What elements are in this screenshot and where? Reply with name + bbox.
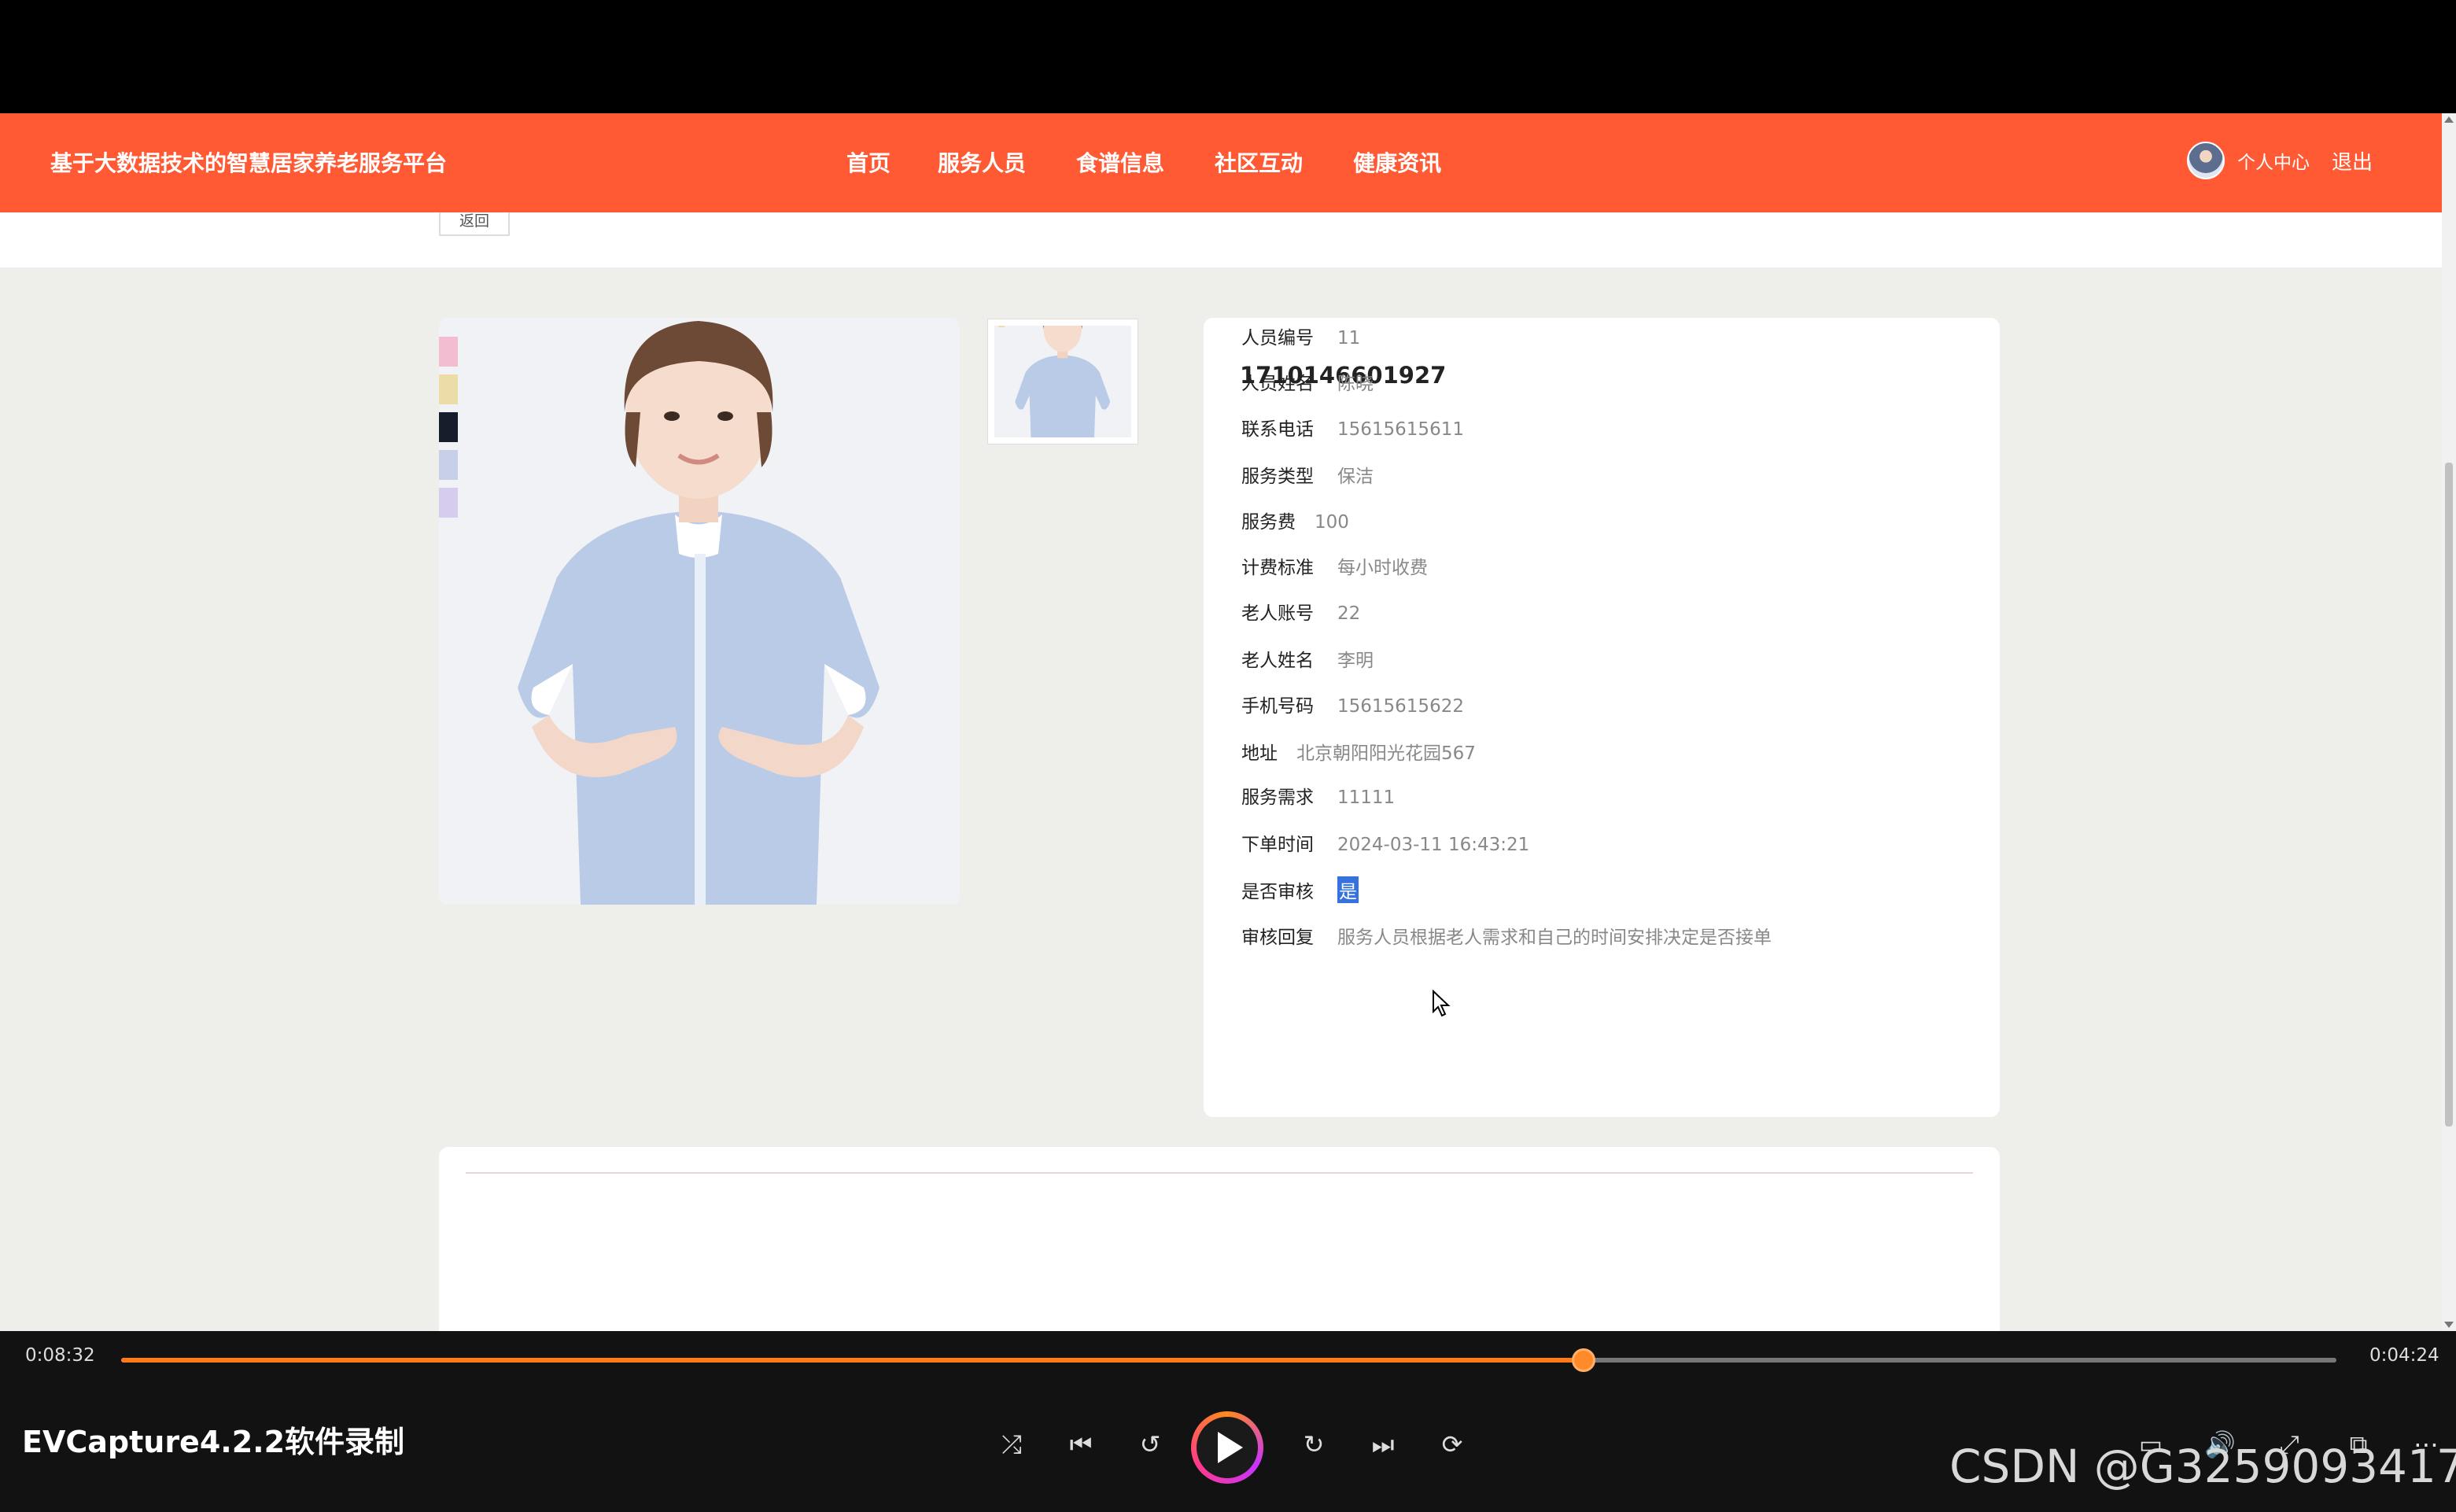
seek-handle[interactable]: [1571, 1348, 1595, 1372]
video-player-bar: 0:08:32 0:04:24 EVCapture4.2.2软件录制 ⤮ ⏮ ↺…: [0, 1331, 2456, 1512]
detail-value: 22: [1337, 603, 1361, 624]
mouse-cursor-icon: [1433, 990, 1451, 1017]
site-title[interactable]: 基于大数据技术的智慧居家养老服务平台: [50, 146, 447, 178]
detail-row: 手机号码 15615615622: [1241, 691, 1464, 722]
nav-links: 首页 服务人员 食谱信息 社区互动 健康资讯: [846, 146, 1441, 178]
detail-value: 15615615622: [1337, 696, 1464, 717]
detail-value: 陈晓: [1337, 374, 1374, 394]
seek-progress: [121, 1358, 1584, 1363]
detail-label: 审核回复: [1241, 927, 1314, 948]
detail-label: 服务费: [1241, 512, 1296, 533]
thumbnail-1[interactable]: [988, 319, 1138, 444]
browser-viewport: 基于大数据技术的智慧居家养老服务平台 首页 服务人员 食谱信息 社区互动 健康资…: [0, 113, 2442, 1331]
main-image: [439, 318, 960, 905]
recorder-name: EVCapture4.2.2软件录制: [22, 1425, 405, 1459]
detail-row: 老人账号 22: [1241, 598, 1360, 629]
forward-30-icon[interactable]: ↻: [1298, 1429, 1329, 1460]
user-area: 个人中心 退出: [2187, 142, 2373, 179]
detail-value: 保洁: [1337, 467, 1374, 487]
staff-photo: [518, 321, 880, 905]
detail-value: 15615615611: [1337, 419, 1464, 440]
nav-home[interactable]: 首页: [846, 146, 891, 178]
nav-community[interactable]: 社区互动: [1215, 146, 1303, 178]
previous-icon[interactable]: ⏮: [1065, 1429, 1097, 1460]
detail-value: 服务人员根据老人需求和自己的时间安排决定是否接单: [1337, 927, 1772, 948]
detail-value: 2024-03-11 16:43:21: [1337, 835, 1530, 855]
thumbnail-image: [994, 326, 1131, 437]
thumbnail-photo: [994, 326, 1131, 437]
toolbar-strip: [0, 212, 2442, 267]
detail-value: 每小时收费: [1337, 558, 1428, 578]
detail-label: 联系电话: [1241, 419, 1314, 440]
detail-row: 下单时间 2024-03-11 16:43:21: [1241, 829, 1529, 861]
csdn-watermark: CSDN @G3259093417: [1949, 1440, 2456, 1493]
detail-value: 100: [1315, 512, 1349, 533]
comments-card: [439, 1147, 2000, 1331]
logout-link[interactable]: 退出: [2332, 146, 2373, 175]
detail-label: 手机号码: [1241, 696, 1314, 717]
scroll-up-icon[interactable]: [2444, 116, 2454, 123]
detail-label: 人员姓名: [1241, 374, 1314, 394]
detail-row: 人员编号 11: [1241, 323, 1360, 354]
elapsed-time: 0:08:32: [25, 1345, 95, 1366]
next-icon[interactable]: ⏭: [1367, 1429, 1399, 1460]
detail-label: 人员编号: [1241, 328, 1314, 348]
play-button[interactable]: [1191, 1411, 1263, 1484]
detail-row: 联系电话 15615615611: [1241, 414, 1464, 445]
detail-value: 北京朝阳阳光花园567: [1296, 743, 1476, 764]
detail-value: 11111: [1337, 787, 1396, 808]
remaining-time: 0:04:24: [2369, 1345, 2439, 1366]
detail-row: 服务费 100: [1241, 507, 1349, 538]
divider: [466, 1172, 1973, 1174]
detail-row: 地址 北京朝阳阳光花园567: [1241, 738, 1476, 769]
detail-row: 是否审核 是: [1241, 876, 1359, 908]
page-scrollbar[interactable]: [2442, 113, 2456, 1331]
detail-label: 地址: [1241, 743, 1278, 764]
detail-label: 下单时间: [1241, 835, 1314, 855]
detail-row: 服务类型 保洁: [1241, 461, 1374, 492]
user-center-link[interactable]: 个人中心: [2237, 147, 2310, 174]
detail-label: 服务需求: [1241, 787, 1314, 808]
detail-row: 计费标准 每小时收费: [1241, 552, 1428, 584]
detail-value: 李明: [1337, 651, 1374, 671]
nav-recipes[interactable]: 食谱信息: [1076, 146, 1164, 178]
seek-track[interactable]: [121, 1348, 2336, 1372]
top-navbar: 基于大数据技术的智慧居家养老服务平台 首页 服务人员 食谱信息 社区互动 健康资…: [0, 113, 2442, 212]
order-detail-card: 1710146601927 人员编号 11 人员姓名 陈晓 联系电话 1561561561…: [1204, 318, 2000, 1117]
rewind-10-icon[interactable]: ↺: [1134, 1429, 1166, 1460]
nav-health-news[interactable]: 健康资讯: [1353, 146, 1441, 178]
detail-value: 是: [1337, 876, 1359, 903]
detail-label: 老人姓名: [1241, 651, 1314, 671]
scrollbar-thumb[interactable]: [2445, 463, 2453, 1127]
detail-label: 服务类型: [1241, 467, 1314, 487]
avatar[interactable]: [2187, 142, 2225, 179]
detail-row: 人员姓名 陈晓: [1241, 368, 1374, 400]
detail-row: 服务需求 11111: [1241, 782, 1395, 813]
nav-service-staff[interactable]: 服务人员: [938, 146, 1026, 178]
repeat-icon[interactable]: ⟳: [1436, 1429, 1468, 1460]
detail-row: 老人姓名 李明: [1241, 645, 1374, 677]
detail-row: 审核回复 服务人员根据老人需求和自己的时间安排决定是否接单: [1241, 922, 1772, 953]
play-icon: [1218, 1432, 1243, 1463]
detail-label: 是否审核: [1241, 882, 1314, 902]
scroll-down-icon[interactable]: [2444, 1322, 2454, 1328]
detail-label: 老人账号: [1241, 603, 1314, 624]
shuffle-icon[interactable]: ⤮: [996, 1429, 1027, 1460]
detail-label: 计费标准: [1241, 558, 1314, 578]
detail-value: 11: [1337, 328, 1361, 348]
